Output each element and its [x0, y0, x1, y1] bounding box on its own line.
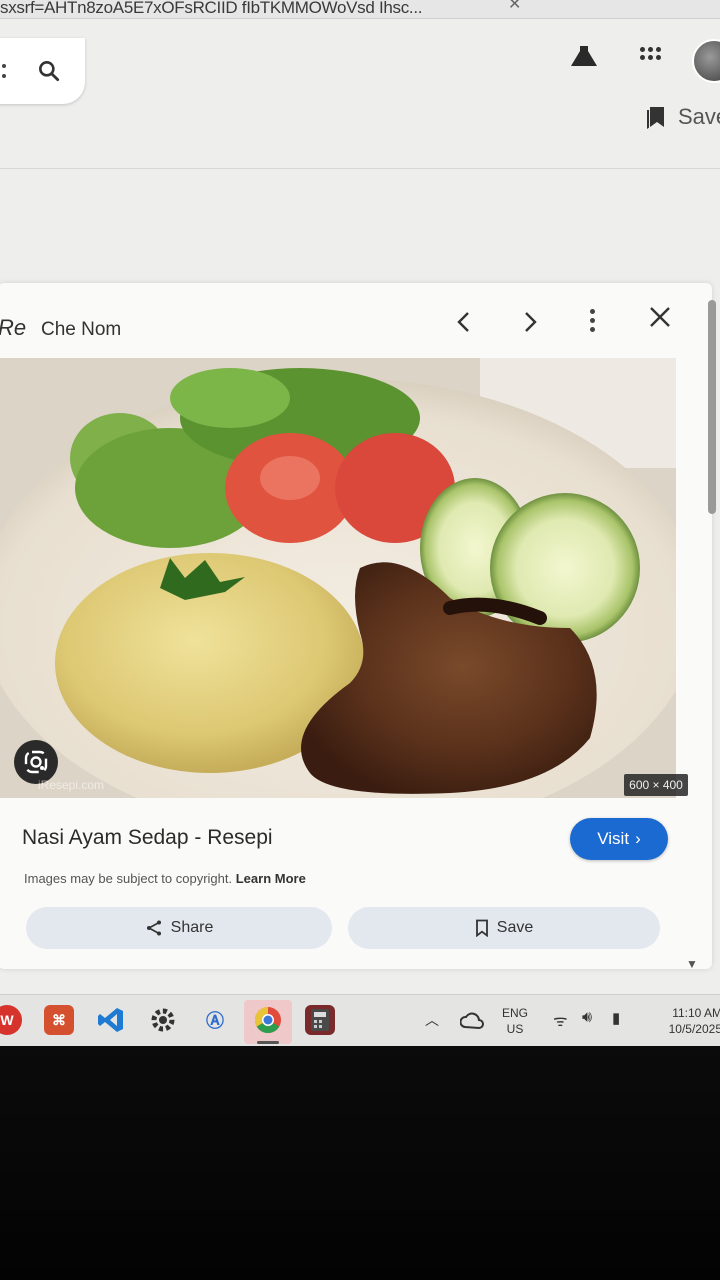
share-icon — [146, 920, 161, 936]
saved-label: Save — [678, 104, 720, 129]
site-name[interactable]: Che Nom — [41, 319, 121, 341]
food-photo — [0, 358, 676, 798]
save-label: Save — [496, 919, 534, 936]
onedrive-icon[interactable] — [460, 1011, 484, 1031]
saved-button[interactable]: Save — [646, 104, 720, 130]
labs-flask-icon[interactable] — [569, 44, 599, 68]
taskbar: W ⌘ Ⓐ ︿ ENG US ᯤ 🔊︎ ▮ 11:10 AM 10/5/2025 — [0, 994, 720, 1048]
google-top-bar — [0, 19, 720, 104]
search-pill[interactable] — [0, 38, 85, 104]
copyright-notice: Images may be subject to copyright. Lear… — [24, 871, 306, 886]
monitor-screen: sxsrf=AHTn8zoA5E7xOFsRCIID fIbTKMMOWoVsd… — [0, 0, 720, 1048]
wifi-icon[interactable]: ᯤ — [553, 1009, 568, 1031]
settings-gear-icon[interactable] — [148, 1005, 178, 1035]
visit-label: Visit — [597, 829, 630, 848]
close-icon[interactable] — [648, 305, 672, 329]
learn-more-link[interactable]: Learn More — [236, 871, 306, 886]
running-indicator — [257, 1041, 279, 1044]
volume-icon[interactable]: 🔊︎ — [582, 1009, 592, 1027]
food-image[interactable] — [0, 358, 676, 798]
copyright-text: Images may be subject to copyright. — [24, 871, 233, 886]
clock-time: 11:10 AM — [672, 1006, 720, 1020]
chevron-left-icon[interactable] — [453, 309, 475, 335]
scrollbar-thumb[interactable] — [708, 300, 716, 514]
chevron-up-icon[interactable]: ︿ — [425, 1010, 439, 1030]
address-bar[interactable]: sxsrf=AHTn8zoA5E7xOFsRCIID fIbTKMMOWoVsd… — [0, 0, 720, 19]
close-icon[interactable]: ✕ — [508, 0, 521, 14]
calculator-icon[interactable] — [305, 1005, 335, 1035]
image-preview-panel: Re Che Nom iResepi.com 600 × 400 Nasi Ay… — [0, 283, 712, 969]
monitor-bezel — [0, 1046, 720, 1280]
lens-icon — [24, 750, 48, 774]
more-vert-icon[interactable] — [2, 62, 8, 84]
share-label: Share — [170, 919, 214, 936]
share-button[interactable]: Share — [26, 907, 332, 949]
apps-grid-icon[interactable] — [640, 47, 661, 60]
more-options-icon[interactable] — [590, 309, 596, 336]
bookmark-icon — [475, 919, 488, 937]
save-button[interactable]: Save — [348, 907, 660, 949]
app-icon-red[interactable]: ⌘ — [44, 1005, 74, 1035]
account-avatar[interactable] — [692, 39, 720, 83]
app-store-icon[interactable]: Ⓐ — [200, 1005, 230, 1035]
visit-button[interactable]: Visit › — [570, 818, 668, 860]
image-title[interactable]: Nasi Ayam Sedap - Resepi — [22, 826, 273, 850]
search-icon[interactable] — [36, 58, 62, 84]
vscode-icon[interactable] — [96, 1005, 126, 1035]
image-watermark: iResepi.com — [38, 778, 105, 792]
language-indicator[interactable]: ENG US — [502, 1005, 528, 1037]
chevron-right-icon: › — [635, 829, 641, 848]
lang-line2: US — [506, 1022, 524, 1036]
pdf-app-icon[interactable]: W — [0, 1005, 22, 1035]
site-logo: Re — [0, 315, 27, 340]
image-dimensions-badge: 600 × 400 — [624, 774, 688, 796]
chrome-icon[interactable] — [253, 1005, 283, 1035]
divider — [0, 168, 720, 169]
clock-date: 10/5/2025 — [668, 1022, 720, 1036]
url-text[interactable]: sxsrf=AHTn8zoA5E7xOFsRCIID fIbTKMMOWoVsd… — [0, 0, 423, 18]
battery-icon[interactable]: ▮ — [612, 1009, 620, 1027]
scroll-down-arrow-icon[interactable]: ▼ — [686, 957, 698, 971]
chevron-right-icon[interactable] — [519, 309, 541, 335]
lang-line1: ENG — [502, 1006, 529, 1020]
system-clock[interactable]: 11:10 AM 10/5/2025 — [652, 1005, 720, 1037]
bookmarks-icon — [647, 107, 664, 129]
